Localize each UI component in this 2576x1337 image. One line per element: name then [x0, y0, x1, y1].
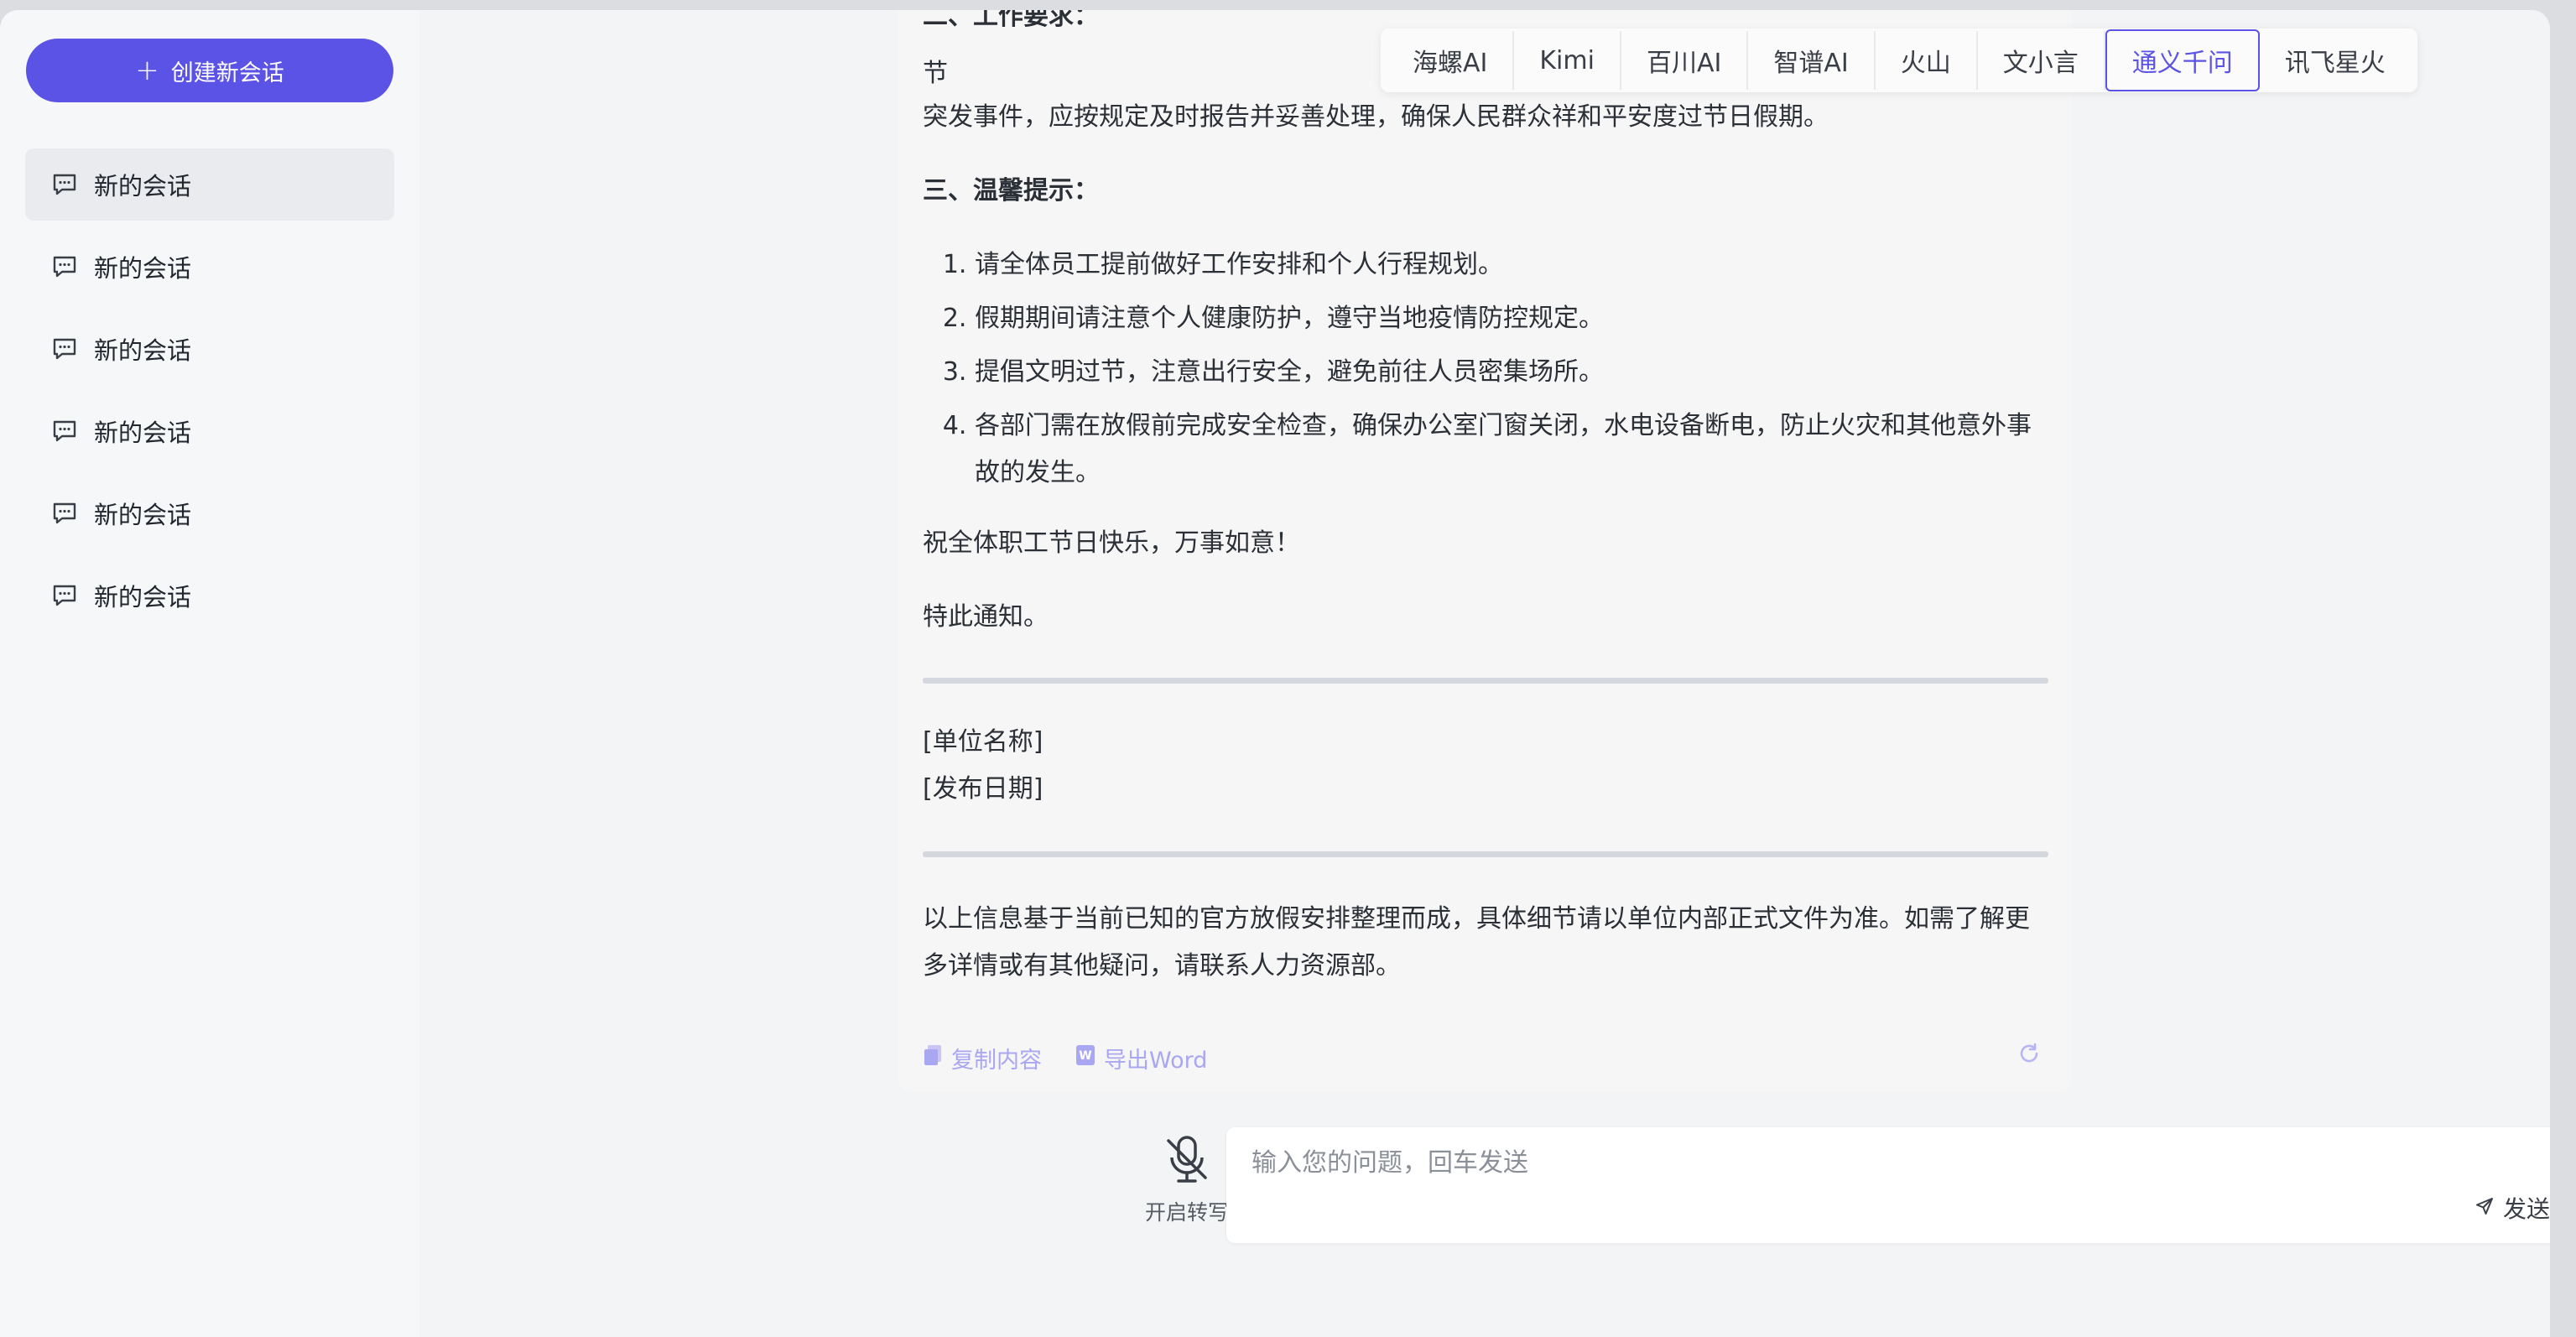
sidebar: + 创建新会话 新的会话 新的会话 新的会话 新的会话 新的会话 新的会话	[0, 10, 419, 1337]
conversation-list: 新的会话 新的会话 新的会话 新的会话 新的会话 新的会话	[25, 148, 394, 642]
tab-baichuan[interactable]: 百川AI	[1621, 31, 1749, 90]
paragraph: 突发事件，应按规定及时报告并妥善处理，确保人民群众祥和平安度过节日假期。	[923, 102, 1829, 132]
export-word-button[interactable]: W 导出Word	[1075, 1042, 1207, 1074]
message-content: 突发事件，应按规定及时报告并妥善处理，确保人民群众祥和平安度过节日假期。 三、温…	[923, 94, 2048, 990]
send-label: 发送	[2502, 1195, 2550, 1223]
conversation-title: 新的会话	[94, 419, 192, 447]
conversation-title: 新的会话	[94, 172, 192, 200]
tab-hailuo[interactable]: 海螺AI	[1387, 31, 1515, 90]
microphone-off-icon	[1160, 1136, 1214, 1189]
copy-content-button[interactable]: 复制内容	[923, 1042, 1042, 1074]
conversation-title: 新的会话	[94, 254, 192, 283]
list-item: 提倡文明过节，注意出行安全，避免前往人员密集场所。	[975, 349, 2038, 396]
tab-kimi[interactable]: Kimi	[1514, 31, 1621, 90]
partial-line-start: 节	[923, 59, 948, 88]
tab-volcano[interactable]: 火山	[1876, 31, 1978, 90]
tab-wenxiaoyan[interactable]: 文小言	[1978, 31, 2105, 90]
conversation-item[interactable]: 新的会话	[25, 231, 394, 303]
chat-input-box: 发送	[1226, 1127, 2550, 1243]
list-item: 各部门需在放假前完成安全检查，确保办公室门窗关闭，水电设备断电，防止火灾和其他意…	[975, 403, 2038, 497]
send-button[interactable]: 发送	[2475, 1191, 2550, 1225]
chat-bubble-icon	[52, 337, 77, 361]
conversation-item[interactable]: 新的会话	[25, 395, 394, 467]
create-new-chat-label: 创建新会话	[170, 60, 284, 86]
chat-bubble-icon	[52, 502, 77, 525]
partial-heading: 二、工作要求：	[923, 10, 1099, 31]
chat-main: 二、工作要求： 节 突发事件，应按规定及时报告并妥善处理，确保人民群众祥和平安度…	[419, 10, 2550, 1337]
copy-content-label: 复制内容	[951, 1048, 1042, 1074]
conversation-title: 新的会话	[94, 336, 192, 365]
greeting-text: 祝全体职工节日快乐，万事如意！	[923, 528, 1300, 558]
transcribe-label: 开启转写	[1144, 1200, 1229, 1225]
conversation-item[interactable]: 新的会话	[25, 148, 394, 221]
plus-icon: +	[135, 54, 159, 87]
divider	[923, 678, 2048, 684]
send-icon	[2475, 1194, 2495, 1222]
conversation-item[interactable]: 新的会话	[25, 477, 394, 549]
conversation-item[interactable]: 新的会话	[25, 313, 394, 385]
message-actions: 复制内容 W 导出Word	[923, 1042, 1207, 1074]
transcribe-toggle[interactable]: 开启转写	[1141, 1132, 1233, 1226]
chat-bubble-icon	[52, 419, 77, 443]
list-item: 请全体员工提前做好工作安排和个人行程规划。	[975, 242, 2038, 289]
section-heading: 三、温馨提示：	[923, 176, 1099, 205]
regenerate-icon[interactable]	[2017, 1042, 2041, 1072]
tab-zhipu[interactable]: 智谱AI	[1748, 31, 1876, 90]
chat-bubble-icon	[52, 255, 77, 278]
word-icon: W	[1075, 1044, 1095, 1072]
chat-bubble-icon	[52, 584, 77, 607]
conversation-item[interactable]: 新的会话	[25, 559, 394, 632]
question-input[interactable]	[1250, 1142, 2511, 1183]
tips-list: 请全体员工提前做好工作安排和个人行程规划。 假期期间请注意个人健康防护，遵守当地…	[923, 242, 2038, 497]
chat-bubble-icon	[52, 173, 77, 196]
list-item: 假期期间请注意个人健康防护，遵守当地疫情防控规定。	[975, 295, 2038, 342]
conversation-title: 新的会话	[94, 583, 192, 611]
divider	[923, 851, 2048, 857]
conversation-title: 新的会话	[94, 501, 192, 529]
notice-text: 特此通知。	[923, 602, 1049, 632]
svg-text:W: W	[1079, 1049, 1091, 1063]
create-new-chat-button[interactable]: + 创建新会话	[26, 39, 393, 102]
model-tabs: 海螺AI Kimi 百川AI 智谱AI 火山 文小言 通义千问 讯飞星火	[1381, 29, 2417, 92]
publish-date: [发布日期]	[923, 774, 1043, 804]
app-window: + 创建新会话 新的会话 新的会话 新的会话 新的会话 新的会话 新的会话 二、…	[0, 10, 2550, 1337]
export-word-label: 导出Word	[1104, 1048, 1208, 1074]
org-name: [单位名称]	[923, 727, 1043, 757]
footer-note: 以上信息基于当前已知的官方放假安排整理而成，具体细节请以单位内部正式文件为准。如…	[923, 904, 2030, 981]
tab-tongyi[interactable]: 通义千问	[2105, 29, 2260, 91]
copy-icon	[923, 1043, 943, 1073]
tab-xunfei[interactable]: 讯飞星火	[2260, 31, 2411, 90]
